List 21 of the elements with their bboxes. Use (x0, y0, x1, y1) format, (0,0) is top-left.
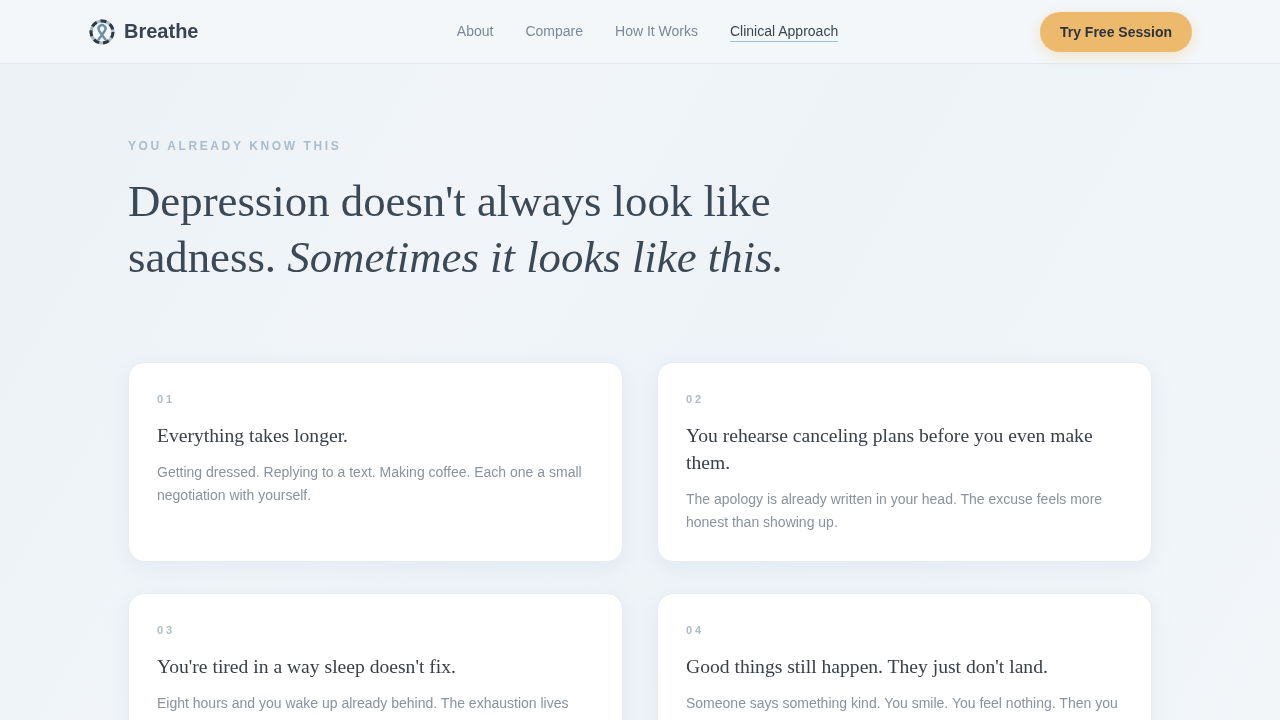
card-number: 01 (157, 392, 176, 407)
card-title: Good things still happen. They just don't land. (686, 655, 1049, 679)
card-title: You rehearse canceling plans before you even make them. (686, 424, 1094, 475)
try-free-session-button[interactable]: Try Free Session (1039, 11, 1192, 52)
card-title: Everything takes longer. (157, 424, 349, 448)
card-description: Eight hours and you wake up already behind. The exhaustion lives (157, 694, 570, 713)
card-number: 02 (686, 392, 705, 407)
hero-heading: Depression doesn't always look like sadness. Sometimes it looks like this. (128, 175, 785, 284)
card-title: You're tired in a way sleep doesn't fix. (157, 655, 457, 679)
nav-link[interactable]: Compare (525, 21, 583, 42)
card-description: Getting dressed. Replying to a text. Making coffee. Each one a small negotiation with yourself. (157, 463, 583, 505)
card-description: The apology is already written in your head. The excuse feels more honest than showing up. (686, 490, 1104, 532)
nav-link[interactable]: Clinical Approach (730, 21, 839, 42)
card-number: 04 (686, 623, 705, 638)
brand-name: Breathe (124, 20, 199, 43)
nav-link[interactable]: How It Works (615, 21, 698, 42)
eyebrow-label: YOU ALREADY KNOW THIS (128, 138, 342, 154)
ribbon-logo-icon (89, 18, 115, 45)
card-description: Someone says something kind. You smile. You feel nothing. Then you (686, 694, 1119, 713)
card-number: 03 (157, 623, 176, 638)
nav-link[interactable]: About (456, 21, 494, 42)
